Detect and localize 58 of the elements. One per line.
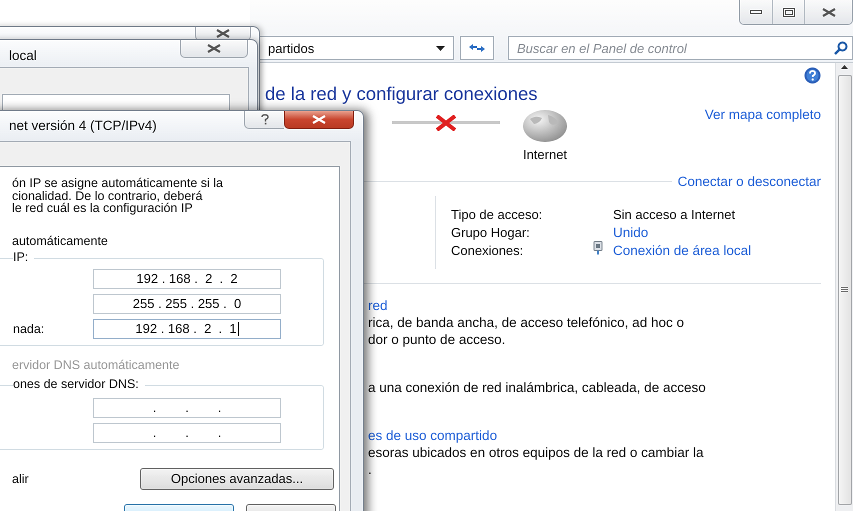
search-icon [834, 41, 848, 55]
dialog-title: net versión 4 (TCP/IPv4) [9, 118, 157, 133]
address-bar[interactable]: partidos [260, 36, 454, 60]
homegroup-link[interactable]: Unido [613, 224, 821, 240]
close-icon [312, 115, 326, 124]
connection-link[interactable]: Conexión de área local [613, 243, 821, 258]
task-description: rica, de banda ancha, de acceso telefónico, ad hoc o dor o punto de acceso. [368, 314, 685, 348]
validate-label: alir [12, 472, 29, 486]
task-description: a una conexión de red inalámbrica, cableada, de acceso [368, 379, 707, 397]
ip-address-field[interactable]: 192 . 168 . 2 . 1 [93, 318, 281, 339]
text-cursor [238, 322, 239, 336]
task-link[interactable]: red [368, 298, 388, 312]
task-description: esoras ubicados en otros equipos de la red o cambiar la . [368, 444, 704, 478]
advanced-options-button[interactable]: Opciones avanzadas... [140, 468, 334, 490]
minimize-button[interactable] [740, 0, 772, 24]
detail-label: Grupo Hogar: [451, 224, 531, 240]
detail-value: Sin acceso a Internet [613, 206, 736, 222]
refresh-icon [468, 43, 486, 53]
ip-address-field[interactable]: . . . [93, 422, 281, 443]
ip-address-field[interactable]: . . . [93, 398, 281, 418]
close-button[interactable] [284, 111, 354, 129]
minimize-icon [750, 10, 762, 14]
scrollbar-thumb[interactable] [838, 75, 852, 505]
close-icon [216, 29, 230, 38]
question-icon [260, 114, 268, 125]
scrollbar[interactable] [835, 63, 853, 511]
close-icon [822, 8, 836, 16]
page-heading: de la red y configurar conexiones [265, 83, 539, 106]
group-label: IP: [13, 250, 34, 264]
option-label: ervidor DNS automáticamente [12, 358, 180, 372]
detail-label: Conexiones: [451, 243, 524, 258]
maximize-icon [782, 8, 794, 16]
help-icon[interactable] [804, 67, 821, 84]
group-label: ones de servidor DNS: [13, 376, 145, 391]
scroll-up-icon [841, 65, 848, 69]
grip-icon [841, 287, 848, 293]
full-map-link[interactable]: Ver mapa completo [704, 107, 821, 122]
ip-address-field[interactable]: 255 . 255 . 255 . 0 [93, 294, 281, 314]
connect-disconnect-link[interactable]: Conectar o desconectar [678, 174, 821, 188]
internet-label: Internet [522, 147, 568, 162]
option-label: automáticamente [12, 234, 108, 248]
refresh-button[interactable] [460, 36, 494, 60]
field-label: nada: [12, 322, 46, 336]
globe-icon [522, 109, 568, 143]
close-icon [207, 44, 221, 53]
search-field[interactable]: Buscar en el Panel de control [508, 36, 853, 60]
task-link[interactable]: es de uso compartido [368, 428, 498, 442]
intro-text: ón IP se asigne automáticamente si la cionalidad. De lo contrario, deberá le red cuál es la configuración IP [12, 177, 224, 215]
help-button[interactable] [244, 111, 284, 129]
maximize-button[interactable] [772, 0, 804, 24]
close-button[interactable] [180, 40, 248, 58]
close-button[interactable] [804, 0, 852, 24]
window-title: local [9, 48, 37, 63]
network-adapter-icon [593, 241, 603, 255]
ip-address-field[interactable]: 192 . 168 . 2 . 2 [93, 268, 281, 289]
disconnected-x-icon [435, 115, 457, 131]
dropdown-arrow-icon [436, 46, 445, 50]
detail-label: Tipo de acceso: [451, 206, 544, 222]
